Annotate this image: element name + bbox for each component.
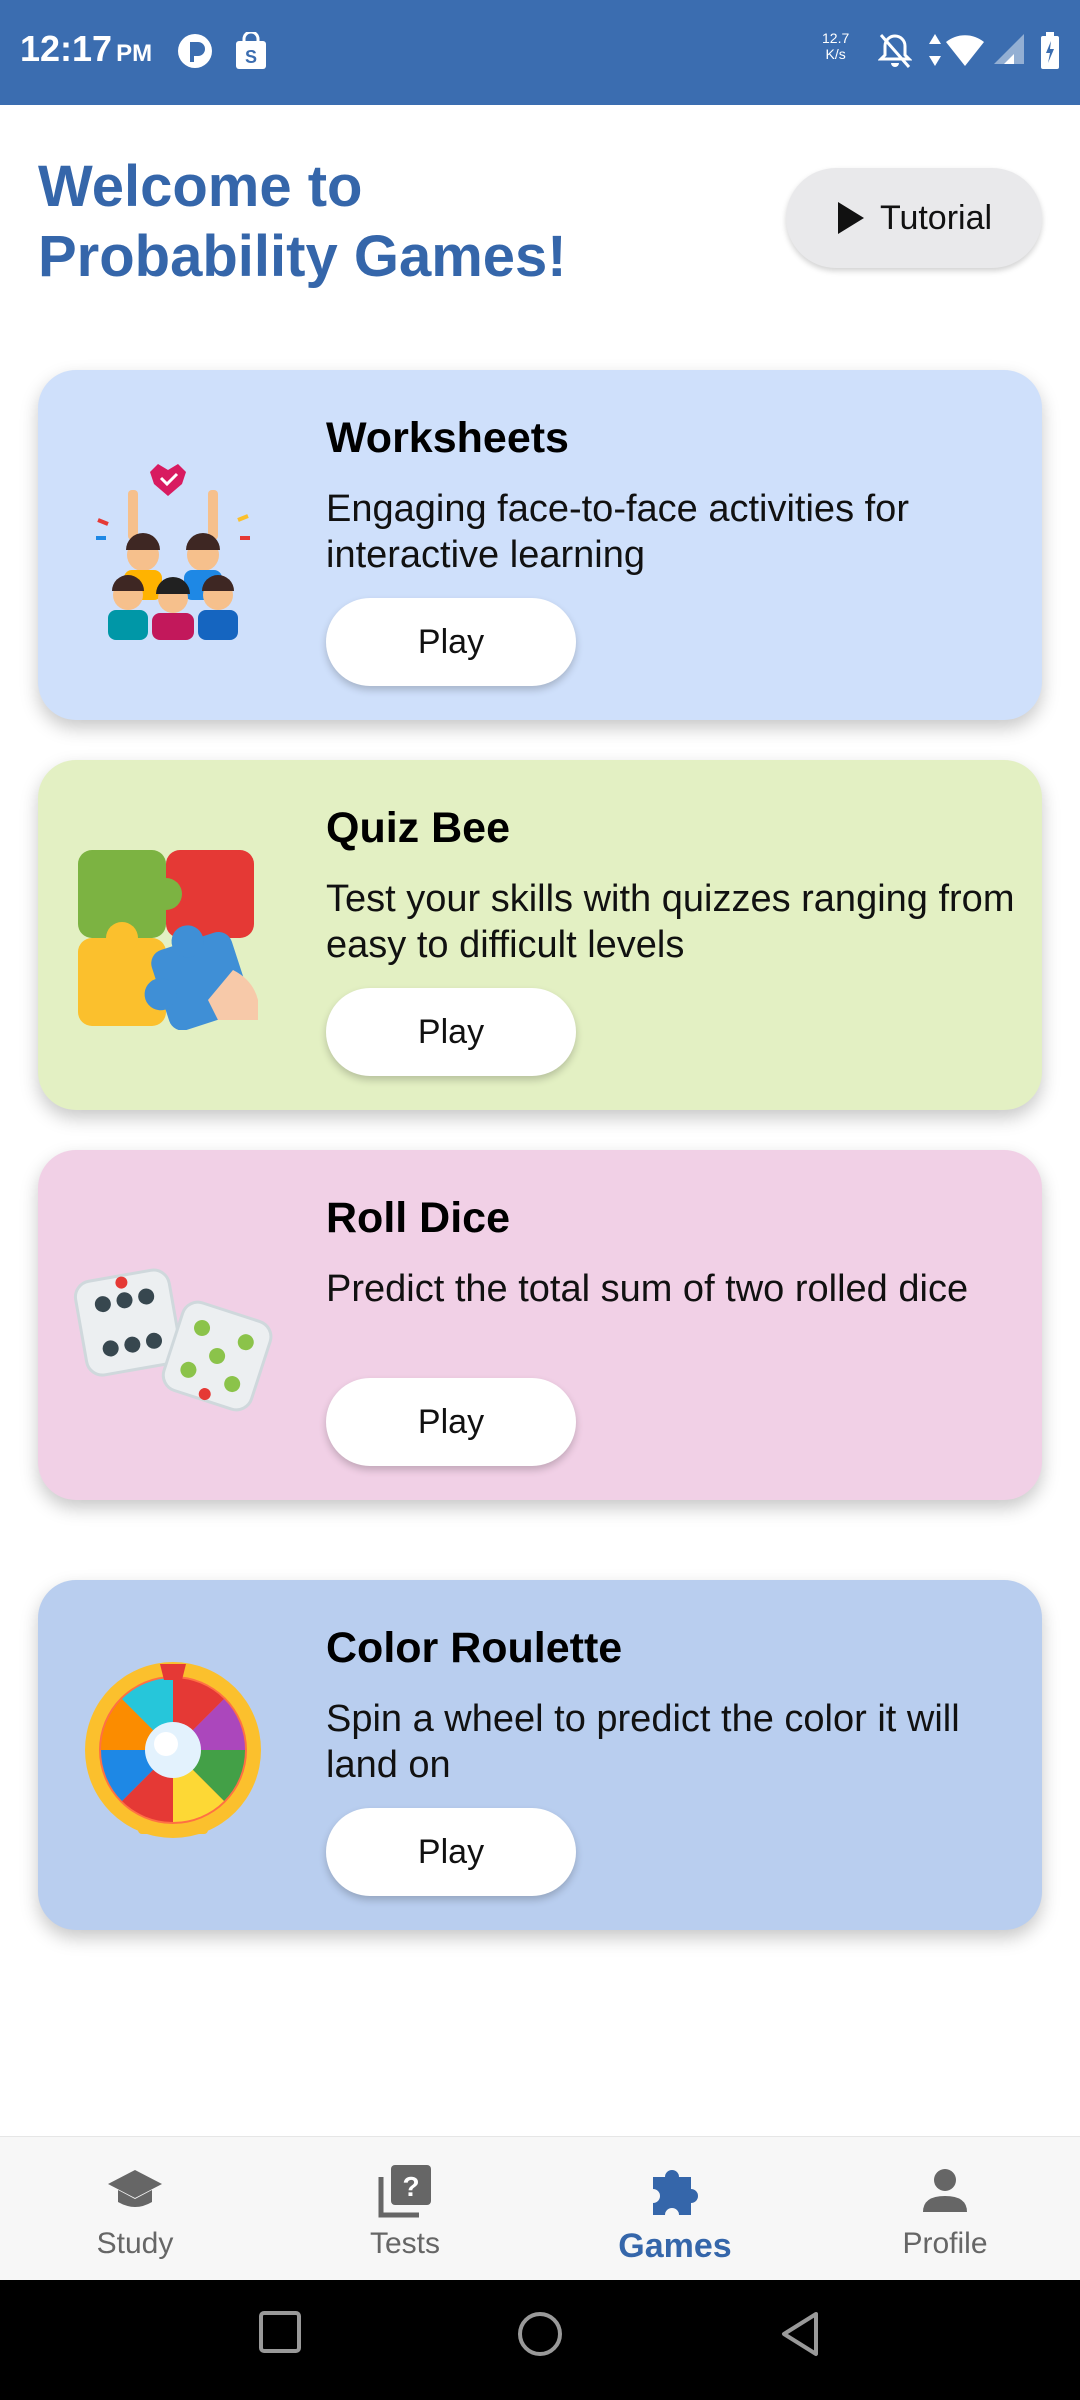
play-color-roulette-button[interactable]: Play (326, 1808, 576, 1896)
status-clock: 12:17 PM (20, 28, 152, 70)
nav-label: Games (618, 2227, 732, 2265)
card-title: Quiz Bee (326, 804, 510, 852)
game-card-roll-dice: Roll Dice Predict the total sum of two r… (38, 1150, 1042, 1500)
dice-icon (68, 1230, 278, 1420)
nav-tests[interactable]: ? Tests (270, 2137, 540, 2281)
nav-study[interactable]: Study (0, 2137, 270, 2281)
signal-icon (990, 32, 1026, 71)
card-title: Color Roulette (326, 1624, 623, 1672)
nav-profile[interactable]: Profile (810, 2137, 1080, 2281)
system-navigation-bar (0, 2280, 1080, 2400)
card-description: Spin a wheel to predict the color it wil… (326, 1698, 960, 1786)
page-title-line1: Welcome to (38, 154, 363, 219)
play-quiz-bee-button[interactable]: Play (326, 988, 576, 1076)
card-title: Worksheets (326, 414, 569, 462)
status-ampm: PM (116, 40, 153, 67)
play-roll-dice-button[interactable]: Play (326, 1378, 576, 1466)
game-card-quiz-bee: Quiz Bee Test your skills with quizzes r… (38, 760, 1042, 1110)
puzzle-icon (68, 840, 278, 1031)
bottom-navigation: Study ? Tests Games Profile (0, 2136, 1080, 2281)
puzzle-piece-icon (647, 2161, 703, 2221)
nav-label: Tests (369, 2227, 441, 2260)
person-icon (922, 2161, 968, 2221)
play-worksheets-button[interactable]: Play (326, 598, 576, 686)
status-time-value: 12:17 (20, 28, 113, 69)
play-triangle-icon (836, 200, 866, 236)
back-triangle-icon[interactable] (778, 2310, 822, 2363)
game-card-color-roulette: Color Roulette Spin a wheel to predict t… (38, 1580, 1042, 1930)
net-speed: 12.7 K/s (822, 30, 849, 62)
card-title: Roll Dice (326, 1194, 510, 1242)
shopping-bag-icon: S (234, 30, 268, 75)
card-description: Engaging face-to-face activities for int… (326, 488, 909, 576)
game-card-worksheets: Worksheets Engaging face-to-face activit… (38, 370, 1042, 720)
app-icon (176, 32, 214, 75)
graduation-cap-icon (106, 2161, 164, 2221)
svg-text:?: ? (402, 2171, 419, 2202)
group-people-icon (68, 450, 278, 640)
prize-wheel-icon (68, 1660, 278, 1850)
card-description: Predict the total sum of two rolled dice (326, 1268, 969, 1310)
battery-icon (1040, 32, 1060, 75)
net-speed-unit: K/s (825, 46, 846, 62)
tutorial-label: Tutorial (879, 198, 993, 237)
recents-square-icon[interactable] (258, 2310, 302, 2359)
home-circle-icon[interactable] (516, 2310, 564, 2363)
wifi-icon (944, 32, 986, 73)
status-bar: 12:17 PM S 12.7 K/s (0, 0, 1080, 105)
page-title-line2: Probability Games! (38, 224, 567, 289)
data-arrows-icon (928, 32, 942, 73)
nav-games[interactable]: Games (540, 2137, 810, 2281)
net-speed-value: 12.7 (822, 30, 850, 46)
svg-text:S: S (245, 47, 257, 67)
card-description: Test your skills with quizzes ranging fr… (326, 878, 1015, 966)
nav-label: Profile (902, 2227, 988, 2260)
quiz-icon: ? (377, 2161, 433, 2221)
nav-label: Study (96, 2227, 174, 2260)
notifications-off-icon (877, 32, 913, 75)
tutorial-button[interactable]: Tutorial (786, 168, 1042, 268)
page-title: Welcome to Probability Games! (38, 152, 658, 292)
